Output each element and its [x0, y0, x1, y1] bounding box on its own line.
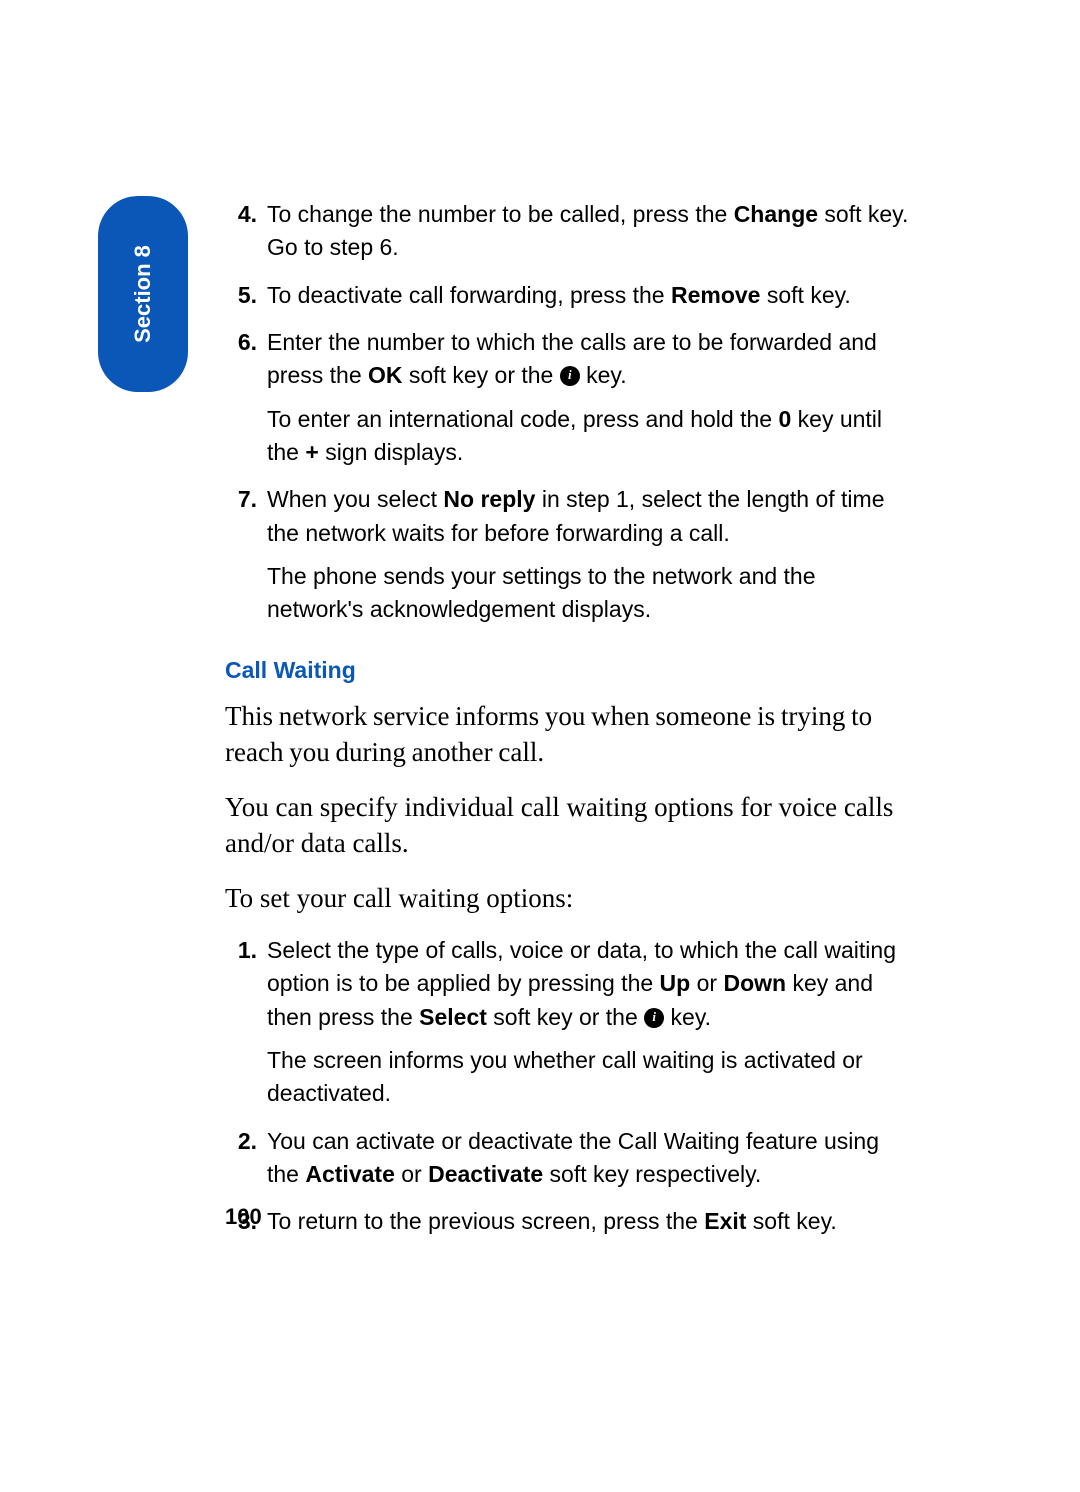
bold-text: Down — [723, 970, 786, 996]
bold-text: Select — [419, 1004, 487, 1030]
section-tab: Section 8 — [98, 196, 188, 392]
list-item-body: You can activate or deactivate the Call … — [267, 1125, 915, 1192]
bold-text: Remove — [671, 282, 760, 308]
list-item-para: The screen informs you whether call wait… — [267, 1044, 915, 1111]
page: Section 8 4.To change the number to be c… — [0, 0, 1080, 1492]
list-item-body: To return to the previous screen, press … — [267, 1205, 915, 1238]
list-item-number: 6. — [225, 326, 267, 469]
bold-text: Up — [660, 970, 691, 996]
list-item-body: To deactivate call forwarding, press the… — [267, 279, 915, 312]
list-item-para: To deactivate call forwarding, press the… — [267, 279, 915, 312]
nav-key-icon — [644, 1008, 664, 1028]
list-item-para: Enter the number to which the calls are … — [267, 326, 915, 393]
list-item: 2.You can activate or deactivate the Cal… — [225, 1125, 915, 1192]
bold-text: Activate — [305, 1161, 394, 1187]
list-item: 5.To deactivate call forwarding, press t… — [225, 279, 915, 312]
call-waiting-para-2: You can specify individual call waiting … — [225, 789, 915, 862]
list-item-body: Select the type of calls, voice or data,… — [267, 934, 915, 1111]
content-area: 4.To change the number to be called, pre… — [225, 198, 915, 1253]
list-item-number: 1. — [225, 934, 267, 1111]
list-item: 3.To return to the previous screen, pres… — [225, 1205, 915, 1238]
section-tab-label: Section 8 — [130, 245, 156, 343]
bold-text: 0 — [778, 406, 791, 432]
bold-text: OK — [368, 362, 403, 388]
heading-call-waiting: Call Waiting — [225, 657, 915, 684]
list-item-body: When you select No reply in step 1, sele… — [267, 483, 915, 626]
list-item-number: 4. — [225, 198, 267, 265]
nav-key-icon — [560, 366, 580, 386]
call-waiting-para-3: To set your call waiting options: — [225, 880, 915, 916]
bold-text: Deactivate — [428, 1161, 543, 1187]
list-item-number: 2. — [225, 1125, 267, 1192]
bold-text: + — [305, 439, 318, 465]
bold-text: No reply — [443, 486, 535, 512]
list-item-para: To return to the previous screen, press … — [267, 1205, 915, 1238]
ordered-list-b: 1.Select the type of calls, voice or dat… — [225, 934, 915, 1239]
page-number: 100 — [225, 1204, 262, 1230]
ordered-list-a: 4.To change the number to be called, pre… — [225, 198, 915, 627]
call-waiting-para-1: This network service informs you when so… — [225, 698, 915, 771]
list-item-para: To enter an international code, press an… — [267, 403, 915, 470]
list-item-number: 5. — [225, 279, 267, 312]
list-item: 7. When you select No reply in step 1, s… — [225, 483, 915, 626]
list-item-para: To change the number to be called, press… — [267, 198, 915, 265]
list-item-para: The phone sends your settings to the net… — [267, 560, 915, 627]
bold-text: Exit — [704, 1208, 746, 1234]
list-item: 4.To change the number to be called, pre… — [225, 198, 915, 265]
list-item: 6.Enter the number to which the calls ar… — [225, 326, 915, 469]
list-item: 1.Select the type of calls, voice or dat… — [225, 934, 915, 1111]
list-item-para: You can activate or deactivate the Call … — [267, 1125, 915, 1192]
list-item-para: Select the type of calls, voice or data,… — [267, 934, 915, 1034]
list-item-number: 7. — [225, 483, 267, 626]
list-item-body: To change the number to be called, press… — [267, 198, 915, 265]
bold-text: Change — [734, 201, 818, 227]
list-item-body: Enter the number to which the calls are … — [267, 326, 915, 469]
list-item-para: When you select No reply in step 1, sele… — [267, 483, 915, 550]
